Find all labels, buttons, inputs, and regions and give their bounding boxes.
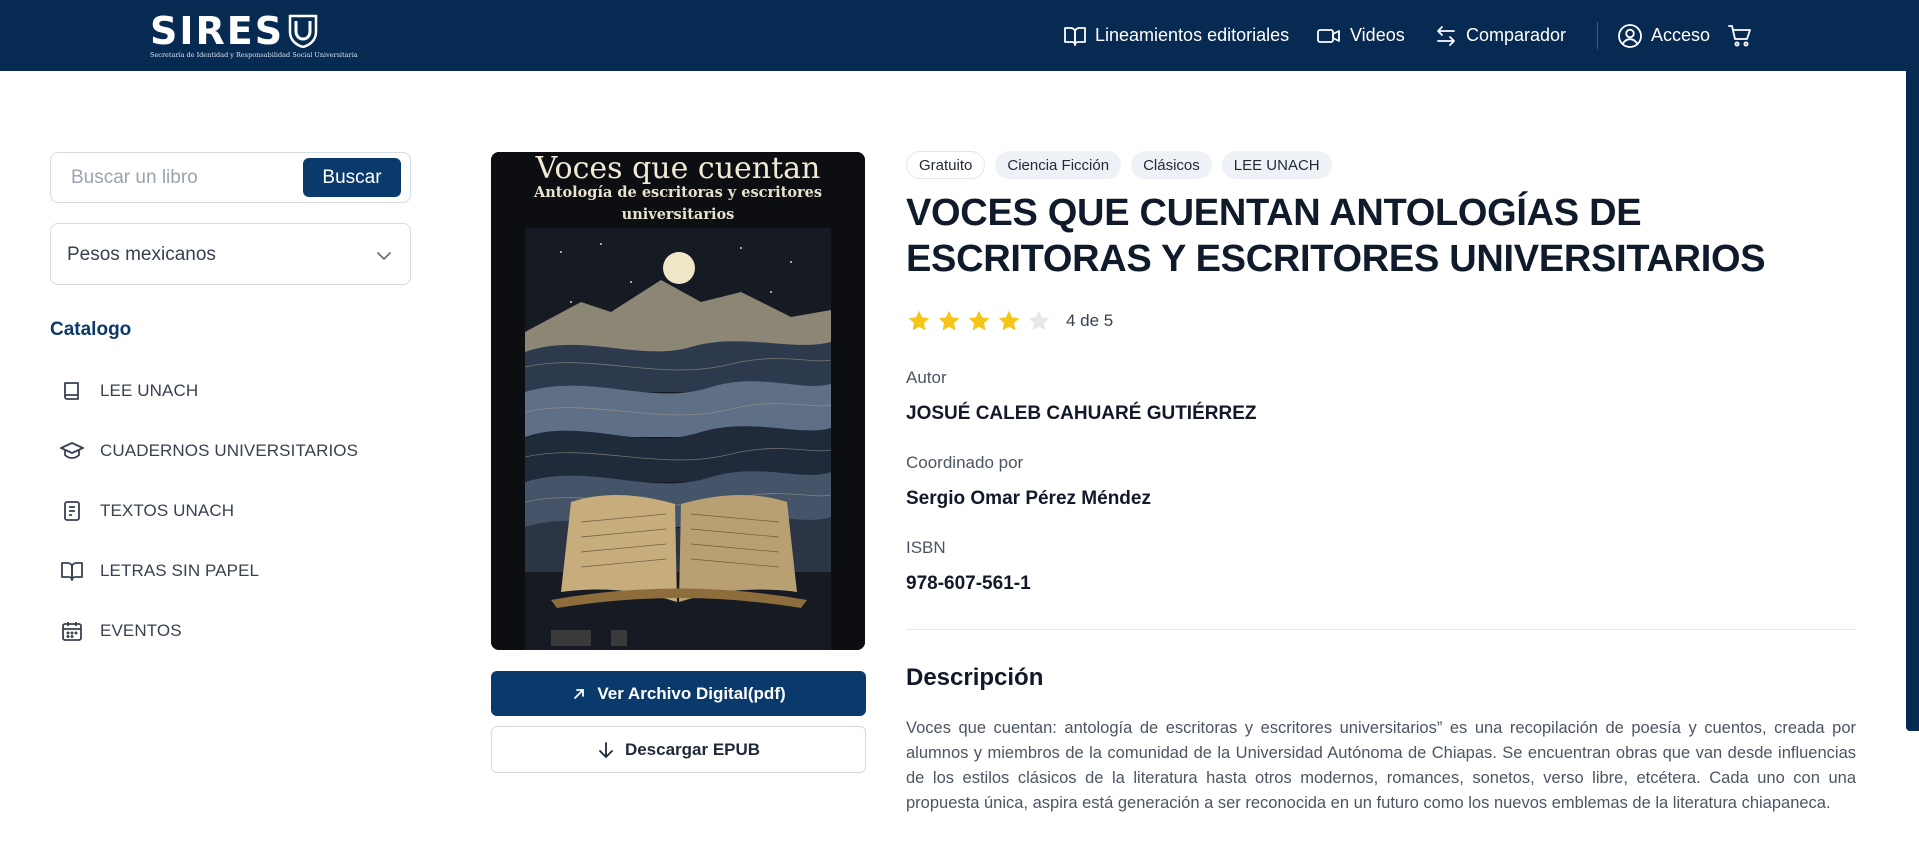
arrows-swap-icon <box>1437 25 1455 46</box>
nav-label: Videos <box>1350 25 1405 45</box>
catalog-item-letras[interactable]: LETRAS SIN PAPEL <box>60 556 259 586</box>
tag-gratuito[interactable]: Gratuito <box>906 151 986 179</box>
nav-acceso[interactable]: Acceso <box>1617 0 1710 71</box>
cover-artwork <box>491 152 865 650</box>
top-navbar: SIRES Secretaría de Identidad y Responsa… <box>0 0 1919 71</box>
book-title: VOCES QUE CUENTAN ANTOLOGÍAS DE ESCRITOR… <box>906 192 1766 280</box>
catalog-item-label: EVENTOS <box>100 621 182 640</box>
isbn-value: 978-607-561-1 <box>906 573 1031 594</box>
nav-label: Lineamientos editoriales <box>1095 25 1290 45</box>
section-divider <box>906 629 1856 630</box>
star-rating: 4 de 5 <box>906 308 1113 334</box>
book-icon <box>60 379 84 403</box>
nav-label: Comparador <box>1466 25 1567 45</box>
author-label: Autor <box>906 368 947 387</box>
catalog-item-label: LEE UNACH <box>100 381 199 400</box>
sires-logo[interactable]: SIRES Secretaría de Identidad y Responsa… <box>150 9 358 59</box>
catalog-item-textos[interactable]: TEXTOS UNACH <box>60 496 234 526</box>
video-icon <box>1317 28 1340 43</box>
star-empty-icon <box>1028 310 1050 331</box>
author-value: JOSUÉ CALEB CAHUARÉ GUTIÉRREZ <box>906 403 1257 424</box>
open-book-icon <box>60 559 84 583</box>
coordinator-label: Coordinado por <box>906 453 1024 472</box>
document-icon <box>60 499 84 523</box>
book-open-icon <box>1064 26 1086 46</box>
search-box: Buscar <box>50 152 411 203</box>
nav-lineamientos[interactable]: Lineamientos editoriales <box>1063 0 1289 71</box>
logo-subtitle: Secretaría de Identidad y Responsabilida… <box>150 51 358 59</box>
shield-logo-icon <box>288 14 318 48</box>
currency-selected: Pesos mexicanos <box>67 244 216 265</box>
user-circle-icon <box>1618 23 1642 48</box>
arrow-up-right-icon <box>574 688 585 699</box>
tag-lee-unach[interactable]: LEE UNACH <box>1221 151 1332 179</box>
cart-button[interactable] <box>1727 0 1753 71</box>
currency-select[interactable]: Pesos mexicanos <box>50 223 411 285</box>
catalog-item-label: LETRAS SIN PAPEL <box>100 561 260 580</box>
cover-subtitle: Antología de escritoras y escritores uni… <box>533 184 823 223</box>
nav-videos[interactable]: Videos <box>1316 0 1405 71</box>
tag-ciencia-ficcion[interactable]: Ciencia Ficción <box>995 151 1122 179</box>
catalog-item-eventos[interactable]: EVENTOS <box>60 616 182 646</box>
graduation-cap-icon <box>60 439 84 463</box>
download-epub-button[interactable]: Descargar EPUB <box>491 726 866 773</box>
catalog-item-label: CUADERNOS UNIVERSITARIOS <box>100 441 359 460</box>
nav-comparador[interactable]: Comparador <box>1434 0 1566 71</box>
isbn-label: ISBN <box>906 538 946 557</box>
rating-text: 4 de 5 <box>1066 311 1114 330</box>
tag-clasicos[interactable]: Clásicos <box>1131 151 1212 179</box>
view-pdf-label: Ver Archivo Digital(pdf) <box>597 683 786 703</box>
search-input[interactable] <box>71 153 291 202</box>
catalog-heading: Catalogo <box>50 319 132 340</box>
description-heading: Descripción <box>906 664 1044 691</box>
star-filled-icon <box>938 310 960 331</box>
logo-text: SIRES <box>150 9 285 53</box>
search-button[interactable]: Buscar <box>303 158 401 197</box>
description-text: Voces que cuentan: antología de escritor… <box>906 719 1856 812</box>
scrollbar[interactable] <box>1906 71 1919 731</box>
calendar-icon <box>60 619 84 643</box>
catalog-item-cuadernos[interactable]: CUADERNOS UNIVERSITARIOS <box>60 436 358 466</box>
book-cover: Voces que cuentan Antología de escritora… <box>491 152 865 650</box>
cart-icon <box>1728 24 1751 46</box>
star-filled-icon <box>968 310 990 331</box>
star-filled-icon <box>908 310 930 331</box>
arrow-down-icon <box>599 741 613 758</box>
download-epub-label: Descargar EPUB <box>624 739 761 759</box>
catalog-item-lee-unach[interactable]: LEE UNACH <box>60 376 198 406</box>
coordinator-value: Sergio Omar Pérez Méndez <box>906 488 1151 509</box>
star-filled-icon <box>998 310 1020 331</box>
chevron-down-icon <box>377 252 391 260</box>
tag-list: Gratuito Ciencia Ficción Clásicos LEE UN… <box>906 151 1332 179</box>
view-pdf-button[interactable]: Ver Archivo Digital(pdf) <box>491 671 866 716</box>
nav-label: Acceso <box>1651 25 1711 45</box>
cover-title: Voces que cuentan <box>535 152 821 186</box>
catalog-item-label: TEXTOS UNACH <box>100 501 235 520</box>
nav-divider <box>1597 22 1598 49</box>
